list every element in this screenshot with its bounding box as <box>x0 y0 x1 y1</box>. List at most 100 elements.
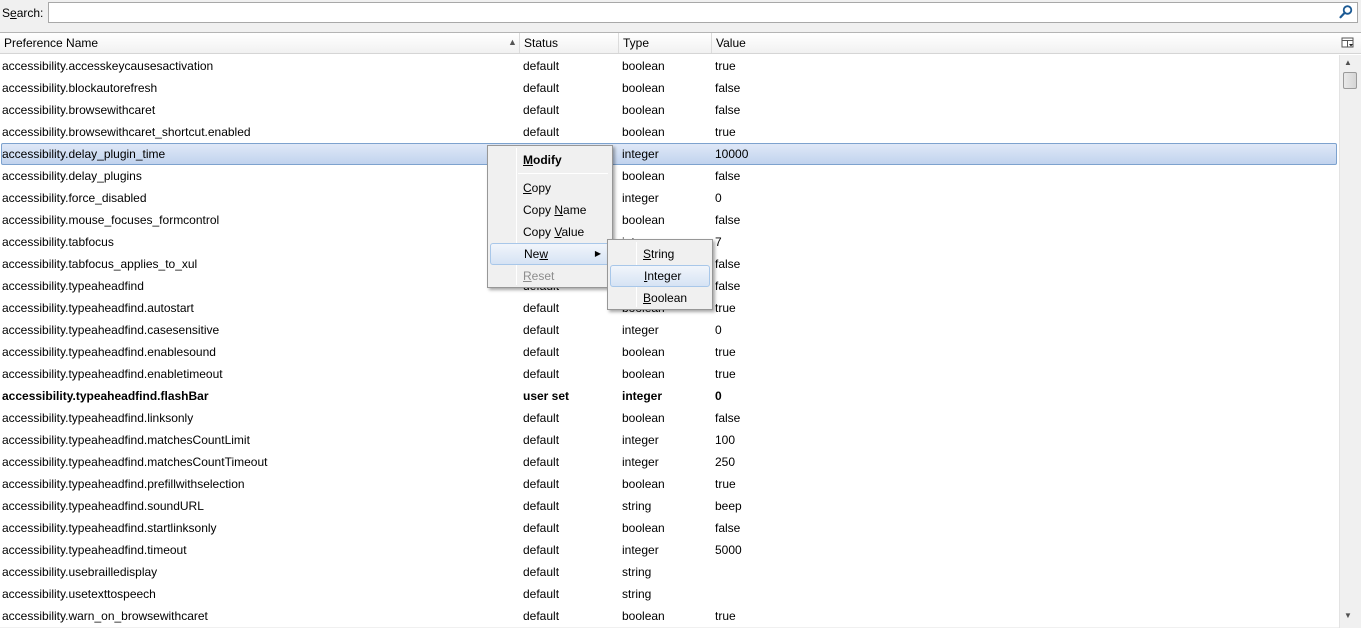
search-input[interactable] <box>48 2 1358 23</box>
cell-type: boolean <box>622 81 665 95</box>
table-row[interactable]: accessibility.typeaheadfind.startlinkson… <box>0 517 1339 539</box>
cell-preference-name: accessibility.typeaheadfind.soundURL <box>2 499 204 513</box>
cell-type: integer <box>622 191 659 205</box>
cell-type: boolean <box>622 345 665 359</box>
menu-item-copy-name[interactable]: Copy Name <box>490 199 610 221</box>
menu-item-new[interactable]: New ▶ <box>490 243 610 265</box>
table-row[interactable]: accessibility.delay_plugin_timedefaultin… <box>0 143 1339 165</box>
table-row[interactable]: accessibility.typeaheadfind.flashBar user… <box>0 385 1339 407</box>
table-row[interactable]: accessibility.typeaheadfind.matchesCount… <box>0 451 1339 473</box>
menu-item-copy-value[interactable]: Copy Value <box>490 221 610 243</box>
table-row[interactable]: accessibility.typeaheadfind.linksonly def… <box>0 407 1339 429</box>
table-row[interactable]: accessibility.blockautorefresh default boo… <box>0 77 1339 99</box>
column-header-type[interactable]: Type <box>619 33 712 53</box>
column-header-status[interactable]: Status <box>520 33 619 53</box>
scroll-down-icon[interactable]: ▼ <box>1344 611 1352 620</box>
cell-value: true <box>715 477 736 491</box>
cell-preference-name: accessibility.mouse_focuses_formcontrol <box>2 213 220 227</box>
cell-type: integer <box>622 147 659 161</box>
menu-item-modify[interactable]: Modify <box>490 149 610 171</box>
cell-type: boolean <box>622 103 665 117</box>
cell-status: default <box>523 411 560 425</box>
table-row[interactable]: accessibility.typeaheadfind.enabletimeou… <box>0 363 1339 385</box>
menu-separator <box>518 173 608 174</box>
column-header-value[interactable]: Value <box>712 33 1339 53</box>
cell-type: string <box>622 565 652 579</box>
cell-type: boolean <box>622 125 665 139</box>
table-row[interactable]: accessibility.mouse_focuses_formcontrold… <box>0 209 1339 231</box>
column-picker-icon[interactable] <box>1340 35 1356 51</box>
cell-preference-name: accessibility.typeaheadfind.matchesCount… <box>2 433 250 447</box>
submenu-item-string[interactable]: String <box>610 243 710 265</box>
scroll-up-icon[interactable]: ▲ <box>1344 58 1352 67</box>
context-menu: Modify Copy Copy Name Copy Value New ▶ R… <box>487 145 613 288</box>
cell-value: 0 <box>715 389 722 403</box>
cell-type: boolean <box>622 59 665 73</box>
column-header: Preference Name ▲ Status Type Value <box>0 33 1361 54</box>
cell-preference-name: accessibility.tabfocus <box>2 235 114 249</box>
vertical-scrollbar[interactable]: ▲ ▼ <box>1339 55 1361 628</box>
cell-preference-name: accessibility.typeaheadfind.enabletimeou… <box>2 367 223 381</box>
cell-status: default <box>523 367 560 381</box>
table-row[interactable]: accessibility.browsewithcaret default bool… <box>0 99 1339 121</box>
sort-ascending-icon: ▲ <box>508 37 517 47</box>
cell-status: default <box>523 521 560 535</box>
table-row[interactable]: accessibility.usetexttospeech default stri… <box>0 583 1339 605</box>
cell-value: beep <box>715 499 742 513</box>
column-header-type-label: Type <box>623 36 650 50</box>
cell-preference-name: accessibility.delay_plugins <box>2 169 142 183</box>
table-row[interactable]: accessibility.typeaheadfind.matchesCount… <box>0 429 1339 451</box>
submenu-item-boolean-label: Boolean <box>643 291 688 305</box>
submenu-item-integer-label: Integer <box>644 269 682 283</box>
menu-item-copy[interactable]: Copy <box>490 177 610 199</box>
column-header-name-label: Preference Name <box>4 36 99 50</box>
cell-type: boolean <box>622 477 665 491</box>
cell-type: integer <box>622 543 659 557</box>
cell-preference-name: accessibility.warn_on_browsewithcaret <box>2 609 208 623</box>
cell-preference-name: accessibility.typeaheadfind.prefillwiths… <box>2 477 245 491</box>
cell-preference-name: accessibility.accesskeycausesactivation <box>2 59 214 73</box>
submenu-item-integer[interactable]: Integer <box>610 265 710 287</box>
cell-status: default <box>523 477 560 491</box>
search-icon[interactable] <box>1338 4 1354 20</box>
cell-status: default <box>523 345 560 359</box>
cell-type: boolean <box>622 411 665 425</box>
menu-item-copy-label: Copy <box>523 181 552 195</box>
cell-status: default <box>523 543 560 557</box>
table-row[interactable]: accessibility.delay_pluginsdefaultboolea… <box>0 165 1339 187</box>
table-row[interactable]: accessibility.typeaheadfind.enablesound d… <box>0 341 1339 363</box>
cell-preference-name: accessibility.browsewithcaret_shortcut.e… <box>2 125 251 139</box>
table-row[interactable]: accessibility.typeaheadfind.timeout defau… <box>0 539 1339 561</box>
cell-preference-name: accessibility.delay_plugin_time <box>2 147 166 161</box>
column-header-name[interactable]: Preference Name <box>0 33 520 53</box>
cell-value: true <box>715 609 736 623</box>
cell-type: string <box>622 587 652 601</box>
menu-item-reset[interactable]: Reset <box>490 265 610 287</box>
cell-value: 100 <box>715 433 736 447</box>
table-row[interactable]: accessibility.typeaheadfind.soundURL defa… <box>0 495 1339 517</box>
submenu-item-boolean[interactable]: Boolean <box>610 287 710 309</box>
table-row[interactable]: accessibility.usebrailledisplay default st… <box>0 561 1339 583</box>
cell-status: default <box>523 323 560 337</box>
scrollbar-thumb[interactable] <box>1343 72 1357 89</box>
cell-value: false <box>715 279 741 293</box>
table-row[interactable]: accessibility.browsewithcaret_shortcut.e… <box>0 121 1339 143</box>
cell-preference-name: accessibility.typeaheadfind.casesensitiv… <box>2 323 220 337</box>
menu-item-reset-label: Reset <box>523 269 555 283</box>
submenu-item-string-label: String <box>643 247 675 261</box>
table-row[interactable]: accessibility.force_disableddefaultinteg… <box>0 187 1339 209</box>
column-header-status-label: Status <box>524 36 559 50</box>
cell-type: string <box>622 499 652 513</box>
cell-status: default <box>523 455 560 469</box>
cell-preference-name: accessibility.typeaheadfind.enablesound <box>2 345 216 359</box>
table-row[interactable]: accessibility.warn_on_browsewithcaret def… <box>0 605 1339 627</box>
cell-type: boolean <box>622 521 665 535</box>
table-row[interactable]: accessibility.typeaheadfind.prefillwiths… <box>0 473 1339 495</box>
table-row[interactable]: accessibility.typeaheadfind.casesensitiv… <box>0 319 1339 341</box>
cell-value: false <box>715 213 741 227</box>
menu-item-new-label: New <box>524 247 549 261</box>
cell-preference-name: accessibility.usebrailledisplay <box>2 565 158 579</box>
cell-value: 0 <box>715 323 722 337</box>
table-row[interactable]: accessibility.accesskeycausesactivation d… <box>0 55 1339 77</box>
cell-status: default <box>523 125 560 139</box>
